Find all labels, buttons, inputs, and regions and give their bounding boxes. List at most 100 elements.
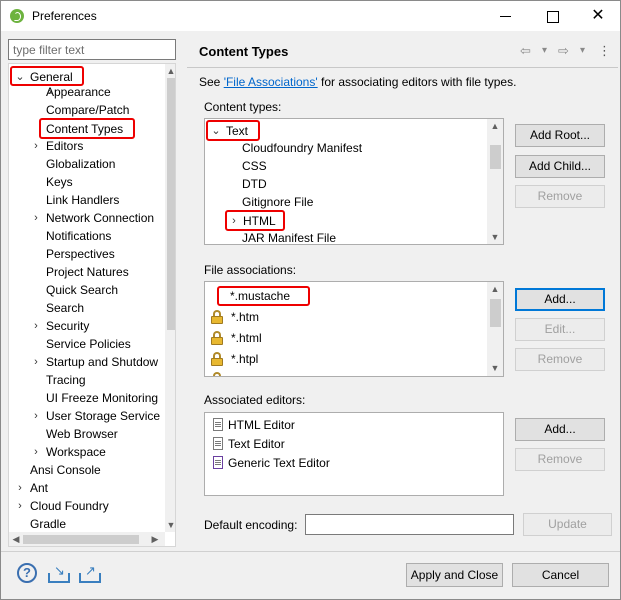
update-button[interactable]: Update — [523, 513, 612, 536]
editor-label: Generic Text Editor — [228, 456, 330, 470]
tree-item-label: Network Connection — [46, 211, 155, 225]
scroll-right-icon[interactable]: ▶ — [149, 533, 161, 545]
close-button[interactable]: ✕ — [575, 1, 621, 31]
file-associations-link[interactable]: 'File Associations' — [224, 75, 318, 89]
scroll-up-icon[interactable]: ▲ — [489, 283, 501, 295]
chevron-down-icon[interactable]: ⌄ — [211, 122, 221, 140]
window-title: Preferences — [32, 9, 97, 23]
tree-item-notifications[interactable]: Notifications — [46, 227, 111, 245]
tree-item-gradle[interactable]: Gradle — [30, 515, 66, 533]
content-types-tree: ⌄ Text Cloudfoundry Manifest CSS DTD Git… — [204, 118, 504, 245]
tree-item-tracing[interactable]: Tracing — [46, 371, 86, 389]
file-associations-scrollbar[interactable]: ▲ ▼ — [487, 282, 503, 376]
chevron-right-icon[interactable]: › — [31, 137, 41, 155]
document-icon — [213, 437, 223, 450]
editor-label: Text Editor — [228, 437, 285, 451]
header-divider — [187, 67, 618, 68]
scroll-thumb[interactable] — [490, 299, 501, 327]
tree-item-appearance-label: Appearance — [46, 85, 111, 99]
back-dropdown-icon[interactable]: ▾ — [542, 45, 547, 56]
chevron-right-icon[interactable]: › — [229, 212, 239, 230]
default-encoding-label: Default encoding: — [204, 518, 298, 532]
file-assoc-mustache[interactable]: *.mustache — [217, 286, 310, 306]
scroll-down-icon[interactable]: ▼ — [165, 519, 175, 531]
tree-item-label: Security — [46, 319, 90, 333]
scroll-down-icon[interactable]: ▼ — [489, 362, 501, 374]
footer-divider — [1, 551, 620, 552]
tree-item-project-natures[interactable]: Project Natures — [46, 263, 129, 281]
tree-item-web-browser[interactable]: Web Browser — [46, 425, 118, 443]
generic-editor-icon — [213, 456, 223, 469]
tree-item-label: User Storage Service — [46, 409, 161, 423]
tree-item-quick-search[interactable]: Quick Search — [46, 281, 118, 299]
tree-item-link-handlers[interactable]: Link Handlers — [46, 191, 119, 209]
tree-item-search[interactable]: Search — [46, 299, 84, 317]
chevron-right-icon[interactable]: › — [31, 353, 41, 371]
content-type-html[interactable]: › HTML — [225, 210, 285, 231]
scroll-thumb[interactable] — [490, 145, 501, 169]
chevron-right-icon[interactable]: › — [15, 497, 25, 515]
tree-item-service-policies[interactable]: Service Policies — [46, 335, 131, 353]
remove-editor-button[interactable]: Remove — [515, 448, 605, 471]
lock-icon — [211, 372, 223, 376]
maximize-button[interactable] — [529, 1, 575, 31]
apply-and-close-button[interactable]: Apply and Close — [406, 563, 503, 587]
tree-item-label: Cloud Foundry — [30, 499, 109, 513]
add-root-button[interactable]: Add Root... — [515, 124, 605, 147]
minimize-button[interactable] — [483, 1, 529, 31]
forward-dropdown-icon[interactable]: ▾ — [580, 45, 585, 56]
content-type-cloudfoundry-manifest[interactable]: Cloudfoundry Manifest — [242, 139, 362, 157]
tree-item-ansi-console[interactable]: Ansi Console — [30, 461, 101, 479]
chevron-right-icon[interactable]: › — [31, 407, 41, 425]
tree-item-ui-freeze-monitoring[interactable]: UI Freeze Monitoring — [46, 389, 158, 407]
document-icon — [213, 418, 223, 431]
import-icon[interactable]: ↘ — [48, 564, 70, 583]
export-icon[interactable]: ↗ — [79, 564, 101, 583]
page-header: Content Types ⇦ ▾ ⇨ ▾ ⋮ — [187, 35, 618, 67]
content-type-text[interactable]: ⌄ Text — [206, 120, 260, 141]
scroll-thumb[interactable] — [167, 78, 175, 330]
tree-item-label: Ant — [30, 481, 49, 495]
page-title: Content Types — [199, 44, 289, 59]
tree-item-globalization[interactable]: Globalization — [46, 155, 115, 173]
associated-editors-list: HTML Editor Text Editor Generic Text Edi… — [204, 412, 504, 496]
tree-item-content-types[interactable]: Content Types — [39, 118, 135, 139]
filter-input[interactable] — [8, 39, 176, 60]
scroll-left-icon[interactable]: ◀ — [10, 533, 22, 545]
scroll-thumb[interactable] — [23, 535, 139, 544]
content-type-jar-manifest[interactable]: JAR Manifest File — [242, 229, 336, 244]
scroll-up-icon[interactable]: ▲ — [489, 120, 501, 132]
file-assoc-label: *.html — [231, 331, 262, 345]
help-icon[interactable]: ? — [17, 563, 37, 583]
chevron-right-icon[interactable]: › — [15, 479, 25, 497]
scroll-up-icon[interactable]: ▲ — [165, 65, 175, 77]
tree-item-compare-patch[interactable]: Compare/Patch — [46, 101, 129, 119]
chevron-right-icon[interactable]: › — [31, 443, 41, 461]
preference-tree: ⌄ General › Appearance Compare/Patch Con… — [8, 63, 176, 547]
view-menu-icon[interactable]: ⋮ — [598, 43, 611, 59]
chevron-down-icon[interactable]: ⌄ — [15, 68, 25, 86]
remove-file-association-button[interactable]: Remove — [515, 348, 605, 371]
edit-file-association-button[interactable]: Edit... — [515, 318, 605, 341]
content-types-scrollbar[interactable]: ▲ ▼ — [487, 119, 503, 244]
tree-item-label: Startup and Shutdow — [46, 355, 159, 369]
tree-item-perspectives[interactable]: Perspectives — [46, 245, 115, 263]
content-type-dtd[interactable]: DTD — [242, 175, 267, 193]
tree-horizontal-scrollbar[interactable]: ◀ ▶ — [9, 532, 165, 546]
add-child-button[interactable]: Add Child... — [515, 155, 605, 178]
default-encoding-field[interactable] — [305, 514, 514, 535]
content-type-gitignore[interactable]: Gitignore File — [242, 193, 313, 211]
cancel-button[interactable]: Cancel — [512, 563, 609, 587]
remove-content-type-button[interactable]: Remove — [515, 185, 605, 208]
chevron-right-icon[interactable]: › — [31, 209, 41, 227]
tree-vertical-scrollbar[interactable]: ▲ ▼ — [165, 64, 175, 532]
tree-item-keys[interactable]: Keys — [46, 173, 73, 191]
content-type-css[interactable]: CSS — [242, 157, 267, 175]
back-arrow-icon[interactable]: ⇦ — [520, 43, 531, 59]
associated-editors-label: Associated editors: — [204, 393, 306, 407]
add-editor-button[interactable]: Add... — [515, 418, 605, 441]
chevron-right-icon[interactable]: › — [31, 317, 41, 335]
scroll-down-icon[interactable]: ▼ — [489, 231, 501, 243]
forward-arrow-icon[interactable]: ⇨ — [558, 43, 569, 59]
add-file-association-button[interactable]: Add... — [515, 288, 605, 311]
